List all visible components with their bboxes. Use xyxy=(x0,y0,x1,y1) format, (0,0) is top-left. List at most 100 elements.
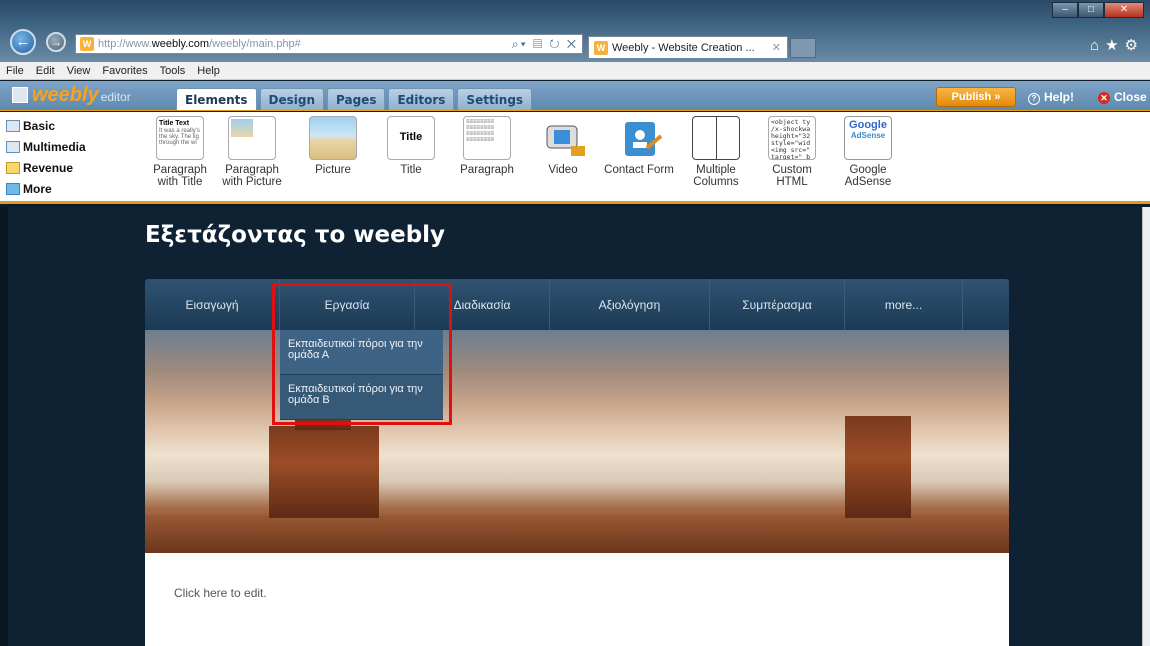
tab-design[interactable]: Design xyxy=(259,88,325,110)
help-button[interactable]: ? Help! xyxy=(1028,90,1074,105)
contact-form-icon xyxy=(615,116,663,160)
browser-tab[interactable]: W Weebly - Website Creation ... ✕ xyxy=(588,36,788,58)
multimedia-icon xyxy=(6,141,20,153)
element-multiple-columns[interactable]: Multiple Columns xyxy=(680,116,752,188)
tab-title: Weebly - Website Creation ... xyxy=(612,41,755,54)
paragraph-with-title-icon: Title Text It was a really's the sky. The… xyxy=(156,116,204,160)
paragraph-with-picture-icon xyxy=(228,116,276,160)
home-favorites-tools-icons[interactable]: ⌂★⚙ xyxy=(1090,36,1144,54)
element-title[interactable]: Title Text Title xyxy=(375,116,447,176)
banner-ground xyxy=(145,515,1009,553)
tab-close-icon[interactable]: ✕ xyxy=(772,41,781,54)
element-picture[interactable]: Picture xyxy=(297,116,369,176)
forward-button[interactable]: → xyxy=(46,32,66,52)
element-label: Multiple Columns xyxy=(693,164,739,188)
element-label: Picture xyxy=(315,164,351,176)
help-label: Help! xyxy=(1044,90,1074,104)
category-label: Multimedia xyxy=(23,140,86,154)
nav-item-axiologisi[interactable]: Αξιολόγηση xyxy=(550,279,710,330)
element-label: Video xyxy=(548,164,578,176)
publish-button[interactable]: Publish » xyxy=(936,87,1016,107)
maximize-button[interactable]: □ xyxy=(1078,2,1104,18)
editor-tabs: Elements Design Pages Editors Settings xyxy=(176,88,533,110)
editor-header: weebly editor Elements Design Pages Edito… xyxy=(0,81,1150,111)
multiple-columns-icon xyxy=(692,116,740,160)
element-video[interactable]: Video xyxy=(527,116,599,176)
menu-favorites[interactable]: Favorites xyxy=(102,65,147,77)
menu-view[interactable]: View xyxy=(67,65,91,77)
tab-editors[interactable]: Editors xyxy=(388,88,455,110)
logo-subtext: editor xyxy=(100,90,131,104)
site-title[interactable]: Εξετάζοντας το weebly xyxy=(145,222,445,248)
browser-titlebar: – □ ✕ ← → W http://www. weebly.com/weebly… xyxy=(0,0,1150,62)
element-contact-form[interactable]: Contact Form xyxy=(603,116,675,176)
close-icon: ✕ xyxy=(1098,92,1110,104)
adsense-text: AdSense xyxy=(850,131,886,140)
element-label: Google AdSense xyxy=(844,164,892,188)
help-icon: ? xyxy=(1028,93,1040,105)
tab-favicon-icon: W xyxy=(594,40,608,55)
thumb-snippet: It was a really's the sky. The lig throu… xyxy=(159,128,200,146)
window-controls: – □ ✕ xyxy=(1052,2,1144,18)
click-to-edit-text[interactable]: Click here to edit. xyxy=(174,586,267,600)
browser-menubar: File Edit View Favorites Tools Help xyxy=(0,62,1150,80)
elements-panel: Basic Multimedia Revenue More Title Text… xyxy=(0,112,1150,204)
menu-help[interactable]: Help xyxy=(197,65,220,77)
element-categories: Basic Multimedia Revenue More xyxy=(6,116,141,200)
menu-tools[interactable]: Tools xyxy=(160,65,186,77)
left-edge xyxy=(0,207,8,646)
vertical-scrollbar[interactable] xyxy=(1142,207,1150,646)
title-icon: Title Text xyxy=(387,116,435,160)
url-domain: weebly.com xyxy=(151,38,210,50)
element-paragraph-with-picture[interactable]: Paragraph with Picture xyxy=(216,116,288,188)
nav-item-eisagogi[interactable]: Εισαγωγή xyxy=(145,279,280,330)
custom-html-icon: <object ty /x-shockwa height="32 style="… xyxy=(768,116,816,160)
menu-edit[interactable]: Edit xyxy=(36,65,55,77)
category-revenue[interactable]: Revenue xyxy=(6,158,141,178)
category-label: Basic xyxy=(23,119,56,133)
close-editor-button[interactable]: ✕ Close xyxy=(1098,90,1147,104)
address-bar[interactable]: W http://www. weebly.com/weebly/main.php#… xyxy=(75,34,583,54)
weebly-logo: weebly editor xyxy=(12,84,131,107)
content-area[interactable] xyxy=(145,553,1009,646)
new-tab-button[interactable] xyxy=(790,38,816,58)
mesa-right xyxy=(845,416,911,518)
highlight-annotation-box xyxy=(272,283,452,425)
category-more[interactable]: More xyxy=(6,179,141,199)
thumb-title: Title Text xyxy=(159,120,190,127)
weebly-cube-icon xyxy=(12,87,28,103)
category-label: Revenue xyxy=(23,161,74,175)
tab-pages[interactable]: Pages xyxy=(327,88,386,110)
video-icon xyxy=(539,116,587,160)
mesa-left xyxy=(269,426,379,518)
category-multimedia[interactable]: Multimedia xyxy=(6,137,141,157)
element-label: Contact Form xyxy=(604,164,674,176)
tab-settings[interactable]: Settings xyxy=(457,88,533,110)
google-text: Google xyxy=(849,119,887,131)
element-label: Paragraph xyxy=(460,164,514,176)
element-label: Paragraph with Title xyxy=(153,164,207,188)
element-label: Paragraph with Picture xyxy=(222,164,282,188)
url-prefix: http://www. xyxy=(98,38,152,50)
category-label: More xyxy=(23,182,52,196)
more-arrow-icon xyxy=(6,183,20,195)
paragraph-icon: ≡≡≡≡≡≡≡≡ ≡≡≡≡≡≡≡≡ ≡≡≡≡≡≡≡≡ ≡≡≡≡≡≡≡≡ xyxy=(463,116,511,160)
tab-elements[interactable]: Elements xyxy=(176,88,257,110)
nav-item-symperasma[interactable]: Συμπέρασμα xyxy=(710,279,845,330)
minimize-button[interactable]: – xyxy=(1052,2,1078,18)
url-path: /weebly/main.php# xyxy=(209,38,301,50)
menu-file[interactable]: File xyxy=(6,65,24,77)
element-label: Title xyxy=(400,164,422,176)
category-basic[interactable]: Basic xyxy=(6,116,141,136)
basic-icon xyxy=(6,120,20,132)
element-custom-html[interactable]: <object ty /x-shockwa height="32 style="… xyxy=(756,116,828,188)
site-favicon-icon: W xyxy=(80,37,94,51)
close-window-button[interactable]: ✕ xyxy=(1104,2,1144,18)
back-button[interactable]: ← xyxy=(10,29,36,55)
element-google-adsense[interactable]: Google AdSense Google AdSense xyxy=(832,116,904,188)
revenue-folder-icon xyxy=(6,162,20,174)
element-paragraph-with-title[interactable]: Title Text It was a really's the sky. The… xyxy=(144,116,216,188)
search-refresh-stop-icons[interactable]: ⌕▾ ▤ ↻ ✕ xyxy=(512,37,578,52)
element-paragraph[interactable]: ≡≡≡≡≡≡≡≡ ≡≡≡≡≡≡≡≡ ≡≡≡≡≡≡≡≡ ≡≡≡≡≡≡≡≡ Paragra… xyxy=(451,116,523,176)
nav-item-more[interactable]: more... xyxy=(845,279,963,330)
